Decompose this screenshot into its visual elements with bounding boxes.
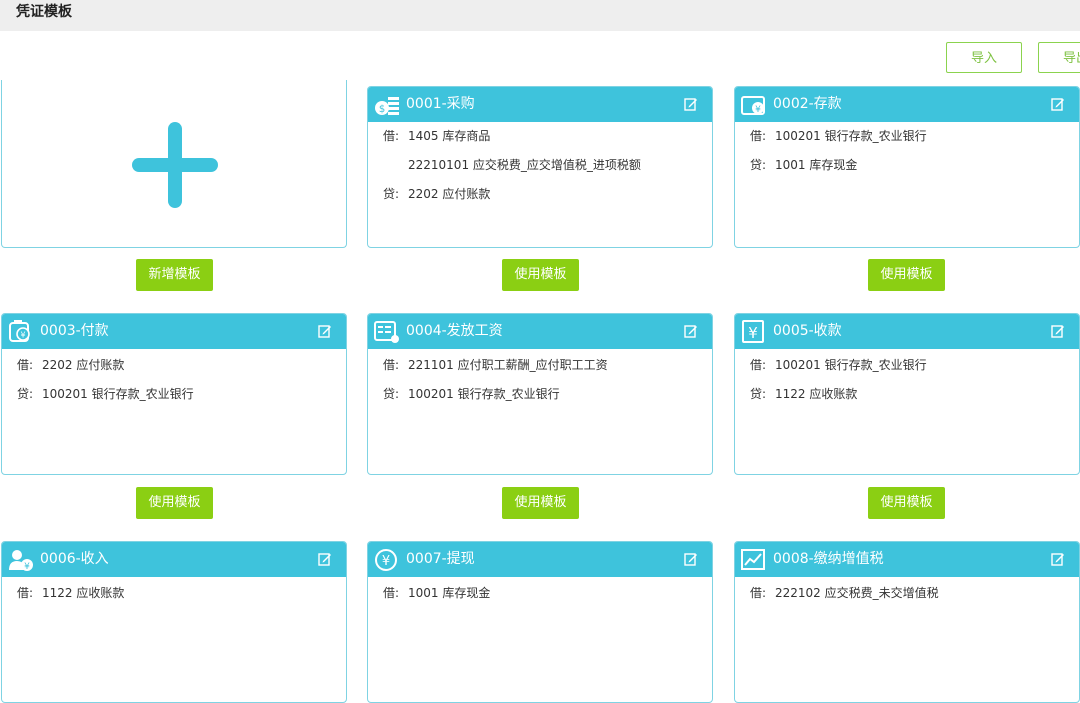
entry-line: 贷: 100201 银行存款_农业银行: [17, 387, 194, 401]
template-name: 0005-收款: [773, 323, 842, 339]
page-header: 凭证模板: [0, 0, 1080, 31]
template-card-header: ¥ 0006-收入: [2, 542, 346, 577]
entry-line: 借: 1001 库存现金: [383, 586, 491, 600]
svg-text:¥: ¥: [382, 554, 390, 569]
entry-line: 借: 100201 银行存款_农业银行: [750, 358, 927, 372]
edit-icon[interactable]: [318, 324, 332, 338]
template-card-header: 0004-发放工资: [368, 314, 712, 349]
template-card-0007: ¥ 0007-提现 借: 1001 库存现金: [367, 541, 713, 703]
add-template-button[interactable]: 新增模板: [136, 259, 213, 291]
plus-icon[interactable]: [130, 120, 220, 210]
use-template-button[interactable]: 使用模板: [868, 487, 945, 519]
entry-line: 贷: 1122 应收账款: [750, 387, 858, 401]
template-name: 0003-付款: [40, 323, 109, 339]
trend-chart-icon: [741, 549, 765, 570]
entry-line: 借: 100201 银行存款_农业银行: [750, 129, 927, 143]
use-template-button[interactable]: 使用模板: [502, 259, 579, 291]
edit-icon[interactable]: [684, 552, 698, 566]
template-card-0008: 0008-缴纳增值税 借: 222102 应交税费_未交增值税: [734, 541, 1080, 703]
template-name: 0001-采购: [406, 96, 475, 112]
template-card-header: ¥ 0005-收款: [735, 314, 1079, 349]
yuan-circle-icon: ¥: [375, 549, 397, 571]
template-card-0003: ¥ 0003-付款 借: 2202 应付账款 贷: 100201 银行存款_农业银行: [1, 313, 347, 475]
edit-icon[interactable]: [318, 552, 332, 566]
add-template-card[interactable]: [1, 80, 347, 248]
template-card-0001: $ 0001-采购 借: 1405 库存商品 22210101 应交税费_应交增值…: [367, 86, 713, 248]
template-name: 0002-存款: [773, 96, 842, 112]
use-template-button[interactable]: 使用模板: [502, 487, 579, 519]
import-button[interactable]: 导入: [946, 42, 1022, 73]
template-name: 0007-提现: [406, 551, 475, 567]
template-card-header: $ 0001-采购: [368, 87, 712, 122]
entry-line: 贷: 1001 库存现金: [750, 158, 858, 172]
entry-line: 借: 2202 应付账款: [17, 358, 125, 372]
edit-icon[interactable]: [1051, 552, 1065, 566]
payment-icon: ¥: [9, 320, 30, 342]
wallet-yuan-icon: ¥: [741, 96, 765, 115]
template-card-header: 0008-缴纳增值税: [735, 542, 1079, 577]
template-name: 0004-发放工资: [406, 323, 503, 339]
svg-text:¥: ¥: [748, 324, 758, 342]
entry-line: 贷: 2202 应付账款: [383, 187, 491, 201]
entry-line: 借: 222102 应交税费_未交增值税: [750, 586, 939, 600]
entry-line: 贷: 100201 银行存款_农业银行: [383, 387, 560, 401]
template-card-header: ¥ 0003-付款: [2, 314, 346, 349]
page-title: 凭证模板: [16, 4, 72, 20]
template-card-0004: 0004-发放工资 借: 221101 应付职工薪酬_应付职工工资 贷: 10020…: [367, 313, 713, 475]
entry-line: 借: 221101 应付职工薪酬_应付职工工资: [383, 358, 608, 372]
entry-line: 借: 1122 应收账款: [17, 586, 125, 600]
template-card-header: ¥ 0002-存款: [735, 87, 1079, 122]
use-template-button[interactable]: 使用模板: [868, 259, 945, 291]
edit-icon[interactable]: [684, 324, 698, 338]
edit-icon[interactable]: [1051, 324, 1065, 338]
template-card-0005: ¥ 0005-收款 借: 100201 银行存款_农业银行 贷: 1122 应收账款: [734, 313, 1080, 475]
template-name: 0008-缴纳增值税: [773, 551, 884, 567]
export-button[interactable]: 导出: [1038, 42, 1080, 73]
template-card-0002: ¥ 0002-存款 借: 100201 银行存款_农业银行 贷: 1001 库存现金: [734, 86, 1080, 248]
svg-text:¥: ¥: [755, 105, 761, 115]
entry-line: 22210101 应交税费_应交增值税_进项税额: [408, 158, 641, 172]
edit-icon[interactable]: [684, 97, 698, 111]
user-yuan-icon: ¥: [9, 550, 33, 572]
entry-line: 借: 1405 库存商品: [383, 129, 491, 143]
template-card-0006: ¥ 0006-收入 借: 1122 应收账款: [1, 541, 347, 703]
svg-text:¥: ¥: [20, 331, 25, 340]
calculator-icon: [374, 321, 399, 343]
use-template-button[interactable]: 使用模板: [136, 487, 213, 519]
edit-icon[interactable]: [1051, 97, 1065, 111]
yuan-box-icon: ¥: [742, 320, 764, 343]
template-card-header: ¥ 0007-提现: [368, 542, 712, 577]
svg-text:$: $: [379, 104, 385, 115]
template-name: 0006-收入: [40, 551, 109, 567]
svg-text:¥: ¥: [24, 562, 30, 572]
cash-stack-icon: $: [375, 97, 399, 115]
